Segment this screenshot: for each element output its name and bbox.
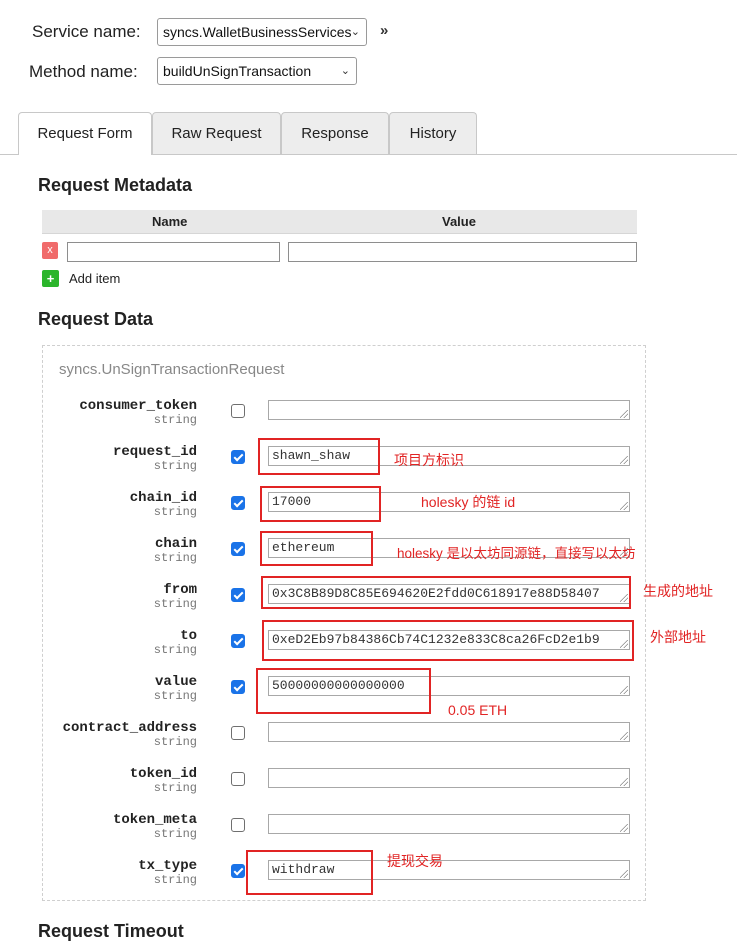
highlight-value: [256, 668, 431, 714]
field-type: string: [153, 873, 197, 887]
field-enable-checkbox[interactable]: [231, 864, 245, 878]
highlight-chain: [260, 531, 373, 566]
field-name-request-id: request_id: [112, 444, 197, 460]
method-name-value: buildUnSignTransaction: [163, 63, 312, 79]
field-enable-checkbox[interactable]: [231, 542, 245, 556]
request-data-title: Request Data: [38, 309, 154, 329]
field-type: string: [153, 551, 197, 565]
field-enable-checkbox[interactable]: [231, 818, 245, 832]
annotation-from: 生成的地址: [643, 583, 713, 599]
field-type: string: [153, 827, 197, 841]
add-item-label[interactable]: Add item: [69, 271, 120, 286]
field-enable-checkbox[interactable]: [231, 680, 245, 694]
resize-grip-icon[interactable]: [620, 502, 628, 510]
field-type: string: [153, 505, 197, 519]
highlight-tx-type: [246, 850, 373, 895]
metadata-col-value: Value: [442, 214, 476, 229]
field-enable-checkbox[interactable]: [231, 726, 245, 740]
field-value-input[interactable]: [268, 814, 630, 834]
field-enable-checkbox[interactable]: [231, 772, 245, 786]
chevron-down-icon: ⌄: [350, 26, 360, 38]
field-type: string: [153, 597, 197, 611]
resize-grip-icon[interactable]: [620, 824, 628, 832]
add-item-button[interactable]: +: [42, 270, 59, 287]
metadata-col-name: Name: [152, 214, 188, 229]
metadata-name-input[interactable]: [67, 242, 280, 262]
resize-grip-icon[interactable]: [620, 456, 628, 464]
resize-grip-icon[interactable]: [620, 686, 628, 694]
metadata-table-header: Name Value: [42, 210, 637, 234]
method-name-select[interactable]: buildUnSignTransaction ⌄: [157, 57, 357, 85]
field-name-chain-id: chain_id: [129, 490, 197, 506]
resize-grip-icon[interactable]: [620, 410, 628, 418]
resize-grip-icon[interactable]: [620, 870, 628, 878]
annotation-request-id: 项目方标识: [394, 452, 464, 468]
field-value-input[interactable]: [268, 722, 630, 742]
field-enable-checkbox[interactable]: [231, 496, 245, 510]
field-type: string: [153, 781, 197, 795]
annotation-to: 外部地址: [650, 629, 706, 645]
service-name-label: Service name:: [32, 22, 141, 41]
request-timeout-title: Request Timeout: [38, 921, 184, 941]
field-name-chain: chain: [154, 536, 197, 552]
field-type: string: [153, 459, 197, 473]
highlight-chain-id: [260, 486, 381, 522]
resize-grip-icon[interactable]: [620, 778, 628, 786]
annotation-value: 0.05 ETH: [448, 702, 508, 718]
field-enable-checkbox[interactable]: [231, 634, 245, 648]
annotation-tx-type: 提现交易: [387, 853, 443, 869]
tab-history[interactable]: History: [389, 112, 477, 154]
field-enable-checkbox[interactable]: [231, 588, 245, 602]
chevron-down-icon: ⌄: [340, 65, 350, 77]
method-name-label: Method name:: [29, 62, 138, 81]
field-value-input[interactable]: [268, 400, 630, 420]
annotation-chain-id: holesky 的链 id: [421, 494, 516, 510]
field-name-token-meta: token_meta: [112, 812, 197, 828]
service-name-select[interactable]: syncs.WalletBusinessServices ⌄: [157, 18, 367, 46]
field-enable-checkbox[interactable]: [231, 404, 245, 418]
field-type: string: [153, 689, 197, 703]
request-metadata-title: Request Metadata: [38, 175, 193, 195]
field-type: string: [153, 643, 197, 657]
tab-response[interactable]: Response: [281, 112, 389, 154]
field-name-tx-type: tx_type: [138, 858, 197, 874]
highlight-from: [261, 576, 631, 609]
tab-request-form[interactable]: Request Form: [18, 112, 152, 155]
field-name-token-id: token_id: [129, 766, 197, 782]
service-name-value: syncs.WalletBusinessServices: [163, 24, 352, 40]
field-type: string: [153, 735, 197, 749]
metadata-value-input[interactable]: [288, 242, 637, 262]
field-name-to: to: [180, 628, 197, 644]
annotation-chain: holesky 是以太坊同源链，直接写以太坊: [397, 546, 636, 561]
field-name-contract-address: contract_address: [62, 720, 197, 736]
double-chevron-right-icon[interactable]: »: [380, 22, 388, 39]
highlight-to: [262, 620, 634, 661]
field-value-input[interactable]: [268, 768, 630, 788]
field-enable-checkbox[interactable]: [231, 450, 245, 464]
resize-grip-icon[interactable]: [620, 732, 628, 740]
tab-raw-request[interactable]: Raw Request: [152, 112, 281, 154]
highlight-request-id: [258, 438, 380, 475]
field-name-consumer-token: consumer_token: [79, 398, 197, 414]
field-type: string: [153, 413, 197, 427]
field-name-value: value: [154, 674, 197, 690]
field-name-from: from: [163, 582, 197, 598]
message-type-name: syncs.UnSignTransactionRequest: [59, 361, 285, 378]
remove-row-button[interactable]: x: [42, 242, 58, 259]
